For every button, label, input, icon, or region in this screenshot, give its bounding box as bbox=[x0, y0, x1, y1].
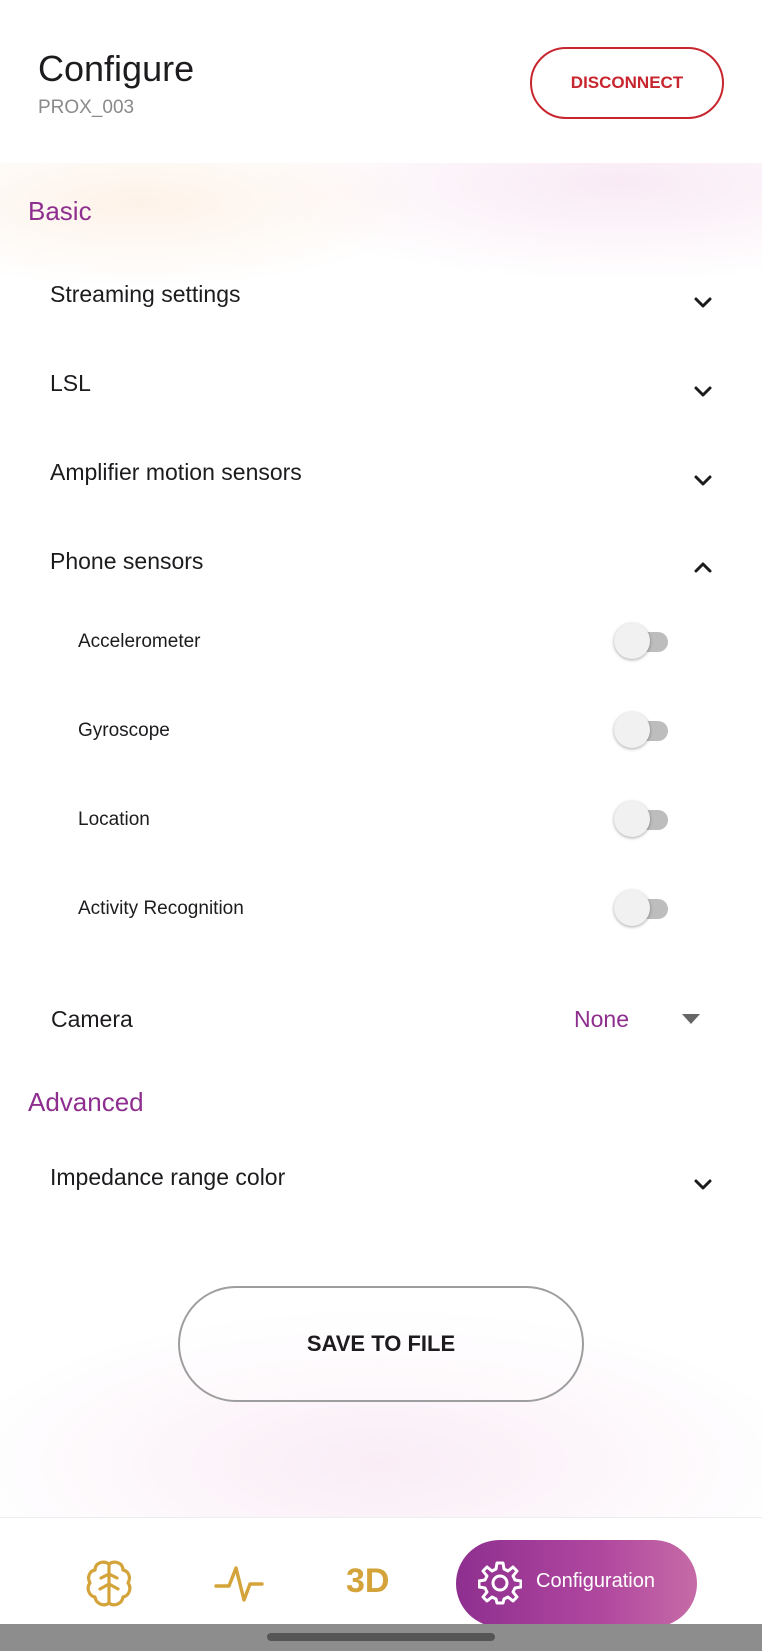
chevron-up-icon[interactable] bbox=[692, 557, 714, 579]
lsl-row[interactable]: LSL bbox=[50, 370, 91, 397]
camera-label: Camera bbox=[51, 1006, 133, 1032]
switch-thumb bbox=[614, 890, 650, 926]
streaming-settings-row[interactable]: Streaming settings bbox=[50, 281, 240, 308]
brain-icon[interactable] bbox=[84, 1558, 134, 1615]
configuration-tab-label: Configuration bbox=[536, 1570, 655, 1592]
phone-sensors-row[interactable]: Phone sensors bbox=[50, 548, 203, 575]
gyroscope-toggle[interactable] bbox=[614, 712, 672, 748]
switch-thumb bbox=[614, 712, 650, 748]
disconnect-button[interactable]: DISCONNECT bbox=[530, 47, 724, 119]
configuration-tab[interactable]: Configuration bbox=[456, 1540, 697, 1627]
page-title: Configure bbox=[38, 48, 195, 89]
accelerometer-toggle[interactable] bbox=[614, 623, 672, 659]
impedance-range-color-row[interactable]: Impedance range color bbox=[50, 1164, 285, 1191]
home-gesture-handle[interactable] bbox=[267, 1633, 495, 1641]
chevron-down-icon[interactable] bbox=[692, 380, 714, 402]
gear-icon bbox=[477, 1561, 523, 1610]
chevron-down-icon[interactable] bbox=[692, 469, 714, 491]
section-title-basic: Basic bbox=[28, 196, 92, 226]
activity-recognition-toggle[interactable] bbox=[614, 890, 672, 926]
3d-view-tab[interactable]: 3D bbox=[346, 1562, 389, 1601]
section-title-advanced: Advanced bbox=[28, 1087, 144, 1117]
activity-recognition-label: Activity Recognition bbox=[78, 898, 244, 919]
chevron-down-icon[interactable] bbox=[692, 1173, 714, 1195]
signal-icon[interactable] bbox=[214, 1562, 264, 1611]
accelerometer-label: Accelerometer bbox=[78, 631, 201, 652]
location-label: Location bbox=[78, 809, 150, 830]
chevron-down-icon[interactable] bbox=[692, 291, 714, 313]
switch-thumb bbox=[614, 623, 650, 659]
dropdown-arrow-icon[interactable] bbox=[682, 1014, 700, 1024]
gyroscope-label: Gyroscope bbox=[78, 720, 170, 741]
app-header: Configure PROX_003 DISCONNECT bbox=[0, 0, 762, 163]
switch-thumb bbox=[614, 801, 650, 837]
camera-select[interactable]: None bbox=[574, 1006, 629, 1033]
location-toggle[interactable] bbox=[614, 801, 672, 837]
amplifier-motion-sensors-row[interactable]: Amplifier motion sensors bbox=[50, 459, 302, 486]
save-to-file-button[interactable]: SAVE TO FILE bbox=[178, 1286, 584, 1402]
device-name: PROX_003 bbox=[38, 97, 135, 118]
